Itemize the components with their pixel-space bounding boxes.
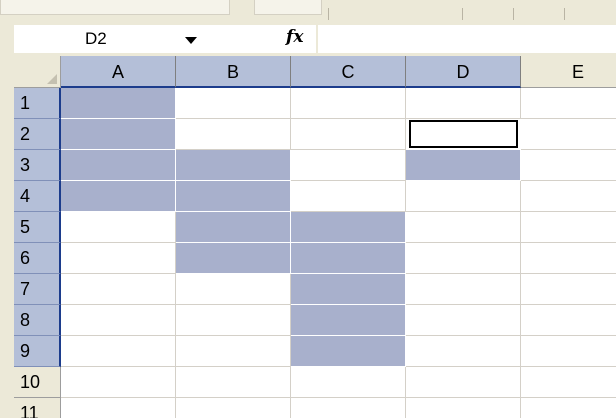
cell-e11[interactable] [521, 398, 616, 418]
spreadsheet-grid: A B C D E 1 2 3 4 5 6 7 8 9 10 11 [14, 56, 616, 418]
cell-b5[interactable] [176, 212, 291, 243]
column-header-e[interactable]: E [521, 56, 616, 88]
cell-d6[interactable] [406, 243, 521, 274]
cell-b11[interactable] [176, 398, 291, 418]
insert-function-button[interactable]: fx [210, 25, 316, 53]
cell-b2[interactable] [176, 119, 291, 150]
cell-a5[interactable] [61, 212, 176, 243]
column-header-b[interactable]: B [176, 56, 291, 88]
toolbar-separator [462, 8, 463, 20]
column-header-a[interactable]: A [61, 56, 176, 88]
cell-e9[interactable] [521, 336, 616, 367]
cell-c9[interactable] [291, 336, 406, 367]
cell-a4[interactable] [61, 181, 176, 212]
cell-a2[interactable] [61, 119, 176, 150]
cell-e6[interactable] [521, 243, 616, 274]
cell-a1[interactable] [61, 88, 176, 119]
cell-c11[interactable] [291, 398, 406, 418]
row-header-10[interactable]: 10 [14, 367, 61, 398]
toolbar-separator [513, 8, 514, 20]
fx-icon: fx [286, 27, 304, 47]
cell-b3[interactable] [176, 150, 291, 181]
row-header-8[interactable]: 8 [14, 305, 61, 336]
row-header-6[interactable]: 6 [14, 243, 61, 274]
row-header-2[interactable]: 2 [14, 119, 61, 150]
select-all-corner[interactable] [14, 56, 61, 88]
cell-c5[interactable] [291, 212, 406, 243]
toolbar-strip [0, 0, 616, 22]
formula-bar: D2 fx [0, 22, 616, 54]
formula-input[interactable] [318, 25, 616, 53]
cell-b6[interactable] [176, 243, 291, 274]
cell-c6[interactable] [291, 243, 406, 274]
cell-a6[interactable] [61, 243, 176, 274]
cell-d8[interactable] [406, 305, 521, 336]
cell-d2[interactable] [409, 120, 518, 148]
cell-c8[interactable] [291, 305, 406, 336]
row-header-1[interactable]: 1 [14, 88, 61, 119]
cell-d3[interactable] [406, 150, 521, 181]
row-header-3[interactable]: 3 [14, 150, 61, 181]
cell-c1[interactable] [291, 88, 406, 119]
cell-c7[interactable] [291, 274, 406, 305]
cell-c4[interactable] [291, 181, 406, 212]
cell-d7[interactable] [406, 274, 521, 305]
cell-c2[interactable] [291, 119, 406, 150]
row-header-5[interactable]: 5 [14, 212, 61, 243]
cell-b9[interactable] [176, 336, 291, 367]
cell-a11[interactable] [61, 398, 176, 418]
cell-e3[interactable] [521, 150, 616, 181]
cell-a8[interactable] [61, 305, 176, 336]
toolbar-segment [254, 0, 322, 15]
column-header-c[interactable]: C [291, 56, 406, 88]
cell-e2[interactable] [521, 119, 616, 150]
cell-a3[interactable] [61, 150, 176, 181]
cell-b4[interactable] [176, 181, 291, 212]
cell-e10[interactable] [521, 367, 616, 398]
cell-a9[interactable] [61, 336, 176, 367]
cell-b10[interactable] [176, 367, 291, 398]
row-header-11[interactable]: 11 [14, 398, 61, 418]
cell-d5[interactable] [406, 212, 521, 243]
cell-a10[interactable] [61, 367, 176, 398]
cell-e4[interactable] [521, 181, 616, 212]
cell-c10[interactable] [291, 367, 406, 398]
toolbar-separator [328, 8, 329, 20]
cell-b8[interactable] [176, 305, 291, 336]
cell-d9[interactable] [406, 336, 521, 367]
cell-b1[interactable] [176, 88, 291, 119]
row-header-7[interactable]: 7 [14, 274, 61, 305]
cell-e1[interactable] [521, 88, 616, 119]
name-box-value: D2 [85, 29, 107, 48]
toolbar-segment [0, 0, 230, 15]
cell-e8[interactable] [521, 305, 616, 336]
cell-d10[interactable] [406, 367, 521, 398]
cell-d4[interactable] [406, 181, 521, 212]
cell-a7[interactable] [61, 274, 176, 305]
row-header-4[interactable]: 4 [14, 181, 61, 212]
cell-d1[interactable] [406, 88, 521, 119]
cell-e5[interactable] [521, 212, 616, 243]
cell-c3[interactable] [291, 150, 406, 181]
chevron-down-icon[interactable] [185, 37, 197, 44]
cell-e7[interactable] [521, 274, 616, 305]
toolbar-separator [564, 8, 565, 20]
column-header-d[interactable]: D [406, 56, 521, 88]
cell-d11[interactable] [406, 398, 521, 418]
name-box[interactable]: D2 [14, 25, 210, 53]
cell-b7[interactable] [176, 274, 291, 305]
row-header-9[interactable]: 9 [14, 336, 61, 367]
